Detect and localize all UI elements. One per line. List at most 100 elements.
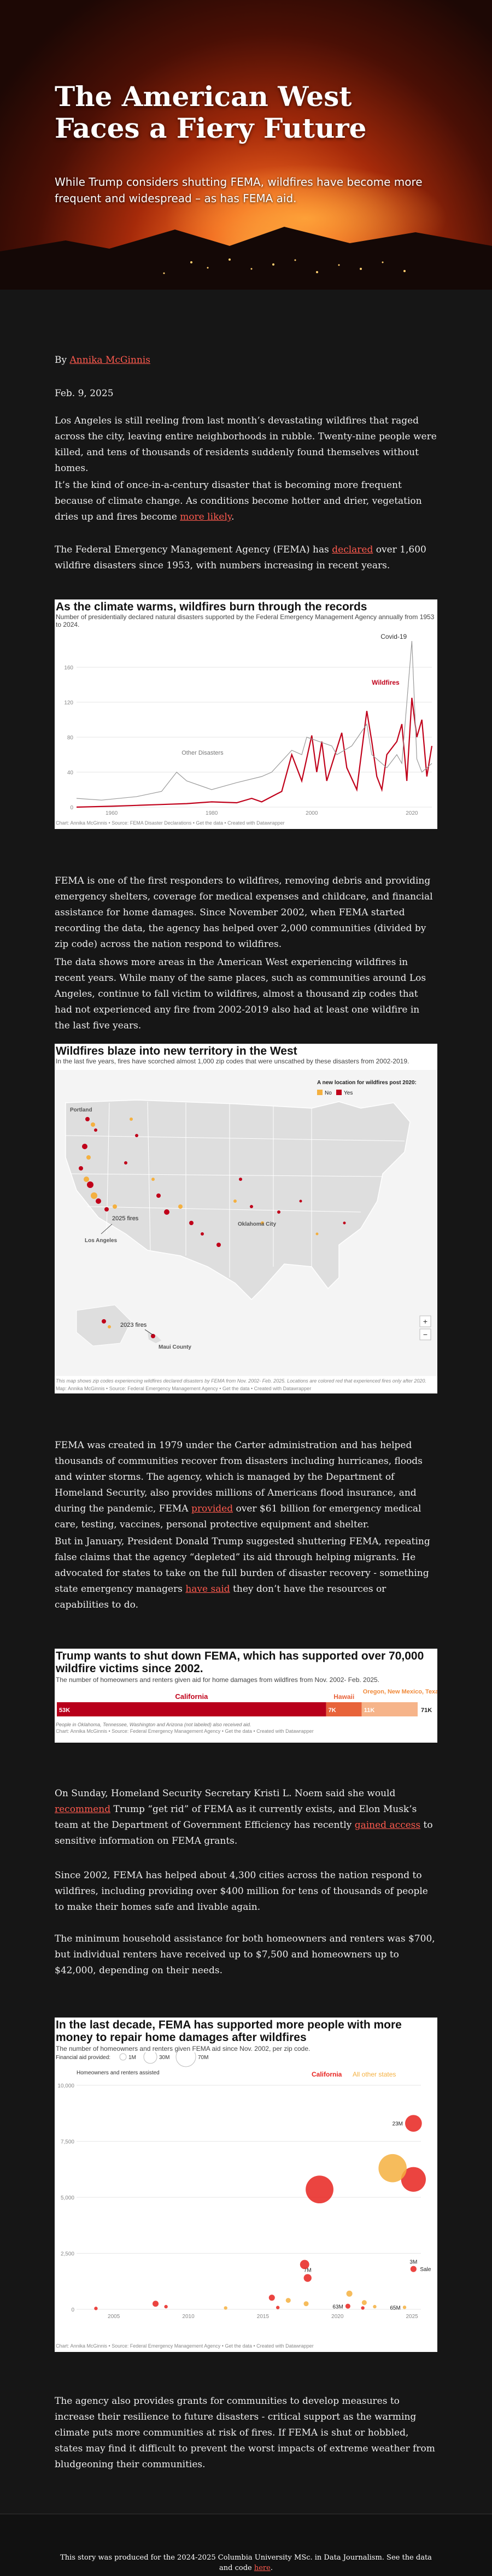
page-title: The American West Faces a Fiery Future (55, 81, 448, 144)
annotation-65m: 65M (390, 2305, 400, 2311)
p2-text-a: It’s the kind of once-in-a-century disas… (55, 480, 422, 522)
chart1-grid: 0 40 80 120 160 1960 1980 2000 2020 (64, 665, 432, 816)
map-legend-title: A new location for wildfires post 2020: (317, 1080, 417, 1086)
annotation-side: Sale (420, 2267, 431, 2273)
chart2-source: Map: Annika McGinnis • Source: Federal E… (56, 1386, 312, 1391)
california-bubble (410, 2266, 417, 2272)
y-tick-label: 40 (67, 770, 74, 776)
annotation-63m: 63M (332, 2304, 343, 2310)
footer-text-a: This story was produced for the 2024-202… (60, 2554, 432, 2572)
p3-text-a: The Federal Emergency Management Agency … (55, 544, 332, 555)
hero-dek: While Trump considers shutting FEMA, wil… (55, 175, 423, 205)
label-oklahoma-city: Oklahoma City (238, 1221, 276, 1227)
y-tick-label: 2,500 (61, 2251, 74, 2257)
zoom-out-glyph: − (423, 1330, 427, 1339)
paragraph-8: On Sunday, Homeland Security Secretary K… (55, 1786, 437, 1849)
paragraph-3: The Federal Emergency Management Agency … (55, 542, 437, 574)
chart1-source: Chart: Annika McGinnis • Source: FEMA Di… (56, 820, 285, 826)
size-legend-medium (143, 2052, 157, 2064)
recommend-link[interactable]: recommend (55, 1804, 110, 1815)
paragraph-6: FEMA was created in 1979 under the Carte… (55, 1438, 437, 1533)
zoom-out-button[interactable]: − (419, 1328, 431, 1340)
legend-no-swatch (317, 1090, 323, 1095)
annotation-3m: 3M (409, 2260, 417, 2266)
california-bubble (153, 2301, 159, 2307)
x-tick-label: 2020 (331, 2314, 344, 2320)
label-los-angeles: Los Angeles (85, 1238, 118, 1244)
chart-victims-by-state: Trump wants to shut down FEMA, which has… (55, 1649, 437, 1743)
chart4-plot: 0 2,500 5,000 7,500 10,000 2005 2010 2015 2020 20… (56, 2052, 431, 2320)
chart3-subtitle: The number of homeowners and renters giv… (56, 1676, 380, 1684)
other-state-bubble (224, 2306, 227, 2310)
size-legend-1m: 1M (128, 2055, 136, 2061)
gained-access-link[interactable]: gained access (355, 1820, 420, 1831)
chart-aid-per-zip: In the last decade, FEMA has supported m… (55, 2018, 437, 2352)
california-bubble (300, 2260, 309, 2269)
chart3-note: People in Oklahoma, Tennessee, Washingto… (56, 1722, 251, 1727)
publish-date: Feb. 9, 2025 (55, 388, 114, 399)
declared-link[interactable]: declared (332, 544, 373, 555)
chart4-subtitle: The number of homeowners and renters giv… (56, 2045, 311, 2052)
legend-no-label: No (325, 1090, 332, 1096)
chart2-note: This map shows zip codes experiencing wi… (56, 1378, 426, 1384)
y-tick-label: 5,000 (61, 2195, 74, 2201)
chart1-title: As the climate warms, wildfires burn thr… (56, 601, 367, 613)
author-link[interactable]: Annika McGinnis (70, 355, 150, 366)
paragraph-7: But in January, President Donald Trump s… (55, 1534, 437, 1613)
label-maui: Maui County (159, 1344, 191, 1350)
value-other-states: 11K (364, 1707, 375, 1714)
bar-california (57, 1702, 326, 1716)
california-bubble (164, 2304, 168, 2309)
size-legend-small (119, 2053, 127, 2061)
paragraph-5: The data shows more areas in the America… (55, 957, 426, 1031)
california-bubble (268, 2295, 275, 2301)
paragraph-9: Since 2002, FEMA has helped about 4,300 … (55, 1870, 428, 1913)
provided-link[interactable]: provided (191, 1503, 233, 1514)
paragraph-4: FEMA is one of the first responders to w… (55, 875, 433, 950)
zoom-in-button[interactable]: + (419, 1315, 431, 1327)
label-portland: Portland (70, 1107, 92, 1113)
other-state-bubble (346, 2290, 353, 2297)
title-line-2: Faces a Fiery Future (55, 112, 367, 144)
y-tick-label: 10,000 (57, 2083, 74, 2089)
wildfires-label: Wildfires (372, 679, 400, 686)
code-link[interactable]: here (254, 2564, 271, 2572)
x-tick-label: 2000 (306, 810, 318, 816)
size-legend-70m: 70M (198, 2055, 208, 2061)
other-state-bubble (402, 2306, 407, 2309)
x-tick-label: 2025 (406, 2314, 419, 2320)
other-state-bubble (303, 2301, 309, 2307)
size-legend-label: Financial aid provided: (56, 2055, 110, 2061)
wildfires-series-line (76, 697, 433, 808)
chart3-plot: California Hawaii Oregon, New Mexico, Te… (56, 1689, 437, 1734)
chart4-title: In the last decade, FEMA has supported m… (56, 2019, 402, 2044)
chart4-source: Chart: Annika McGinnis • Source: Federal… (56, 2343, 314, 2349)
other-disasters-label: Other Disasters (181, 750, 224, 756)
y-tick-label: 80 (67, 735, 74, 741)
value-total: 71K (421, 1707, 432, 1714)
hero-ridge-silhouette (0, 227, 492, 290)
y-tick-label: 160 (64, 665, 73, 671)
other-state-bubble (378, 2154, 407, 2183)
paragraph-11: The agency also provides grants for comm… (55, 2396, 435, 2470)
chart-disasters-over-time: As the climate warms, wildfires burn thr… (55, 599, 437, 829)
byline: By Annika McGinnis (55, 352, 437, 368)
other-state-bubble (373, 2304, 377, 2309)
other-disasters-series-line (76, 640, 432, 801)
chart2-title: Wildfires blaze into new territory in th… (56, 1045, 297, 1057)
us-map[interactable]: A new location for wildfires post 2020: … (55, 1070, 437, 1376)
footer-text-b: . (270, 2564, 273, 2572)
y-tick-label: 0 (71, 2307, 74, 2313)
have-said-link[interactable]: have said (185, 1584, 230, 1595)
chart3-title: Trump wants to shut down FEMA, which has… (56, 1650, 424, 1675)
more-likely-link[interactable]: more likely (180, 511, 231, 522)
annotation-23m: 23M (393, 2121, 403, 2127)
california-bubble (306, 2175, 333, 2204)
y-tick-label: 7,500 (61, 2139, 74, 2145)
size-legend-30m: 30M (159, 2055, 169, 2061)
x-tick-label: 2005 (108, 2314, 120, 2320)
chart1-plot: 0 40 80 120 160 1960 1980 2000 2020 Covid-19 Wil… (64, 633, 433, 816)
footer-credit: This story was produced for the 2024-202… (55, 2553, 437, 2573)
california-bubble (405, 2115, 422, 2132)
label-hawaii: Hawaii (333, 1693, 354, 1701)
